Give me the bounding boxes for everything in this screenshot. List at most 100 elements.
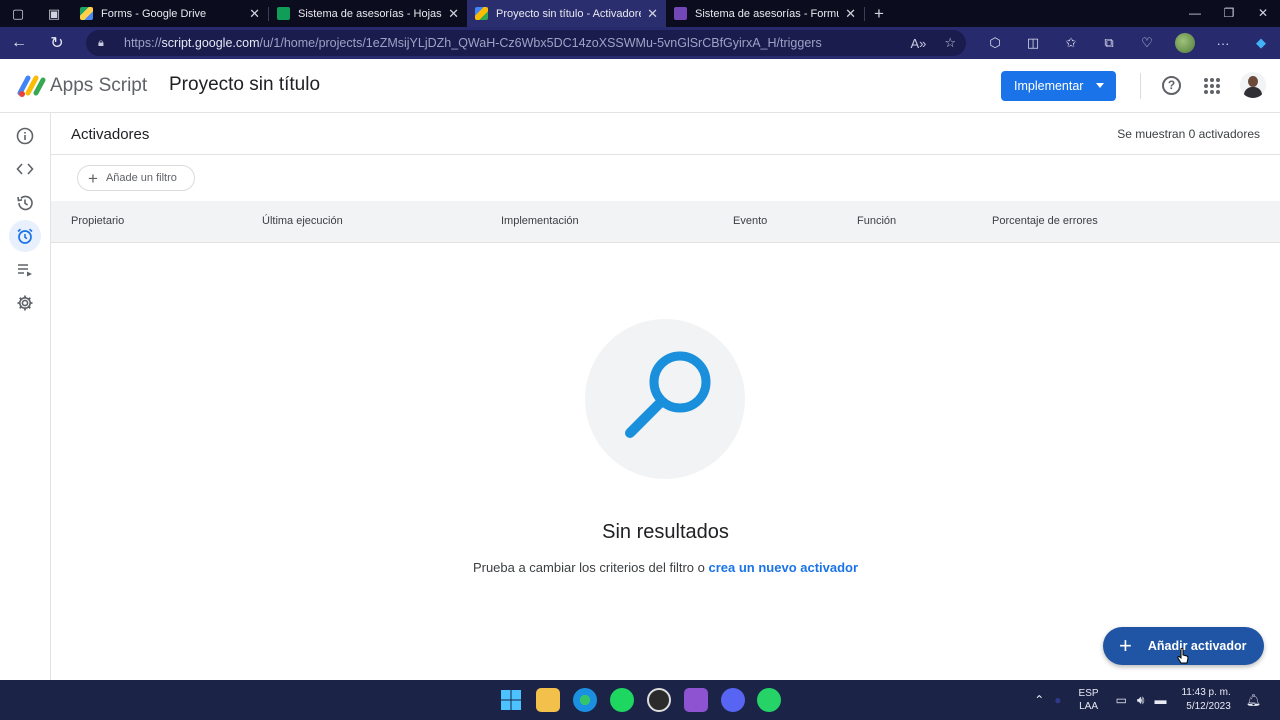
magnifier-icon: [625, 351, 711, 438]
add-filter-label: Añade un filtro: [105, 172, 177, 184]
hand-pointer-cursor-icon: [1177, 648, 1189, 664]
help-icon[interactable]: ?: [1162, 76, 1181, 95]
extensions-icon[interactable]: ⬡: [976, 35, 1014, 51]
whatsapp-icon[interactable]: [757, 688, 781, 712]
favorites-icon[interactable]: ✩: [1052, 35, 1090, 51]
system-tray: ⌃ ● ESP LAA ▭ 🔊︎ ▬ 11:43 p. m. 5/12/2023…: [1029, 680, 1266, 720]
code-icon: [16, 163, 34, 175]
browser-tab-forms[interactable]: Sistema de asesorías - Formulari ✕: [666, 0, 864, 27]
deploy-button[interactable]: Implementar: [1001, 71, 1116, 101]
browser-tab-strip: ▢ ▣ Forms - Google Drive ✕ Sistema de as…: [0, 0, 1280, 27]
tab-label: Proyecto sin título - Activadores: [496, 7, 642, 20]
back-arrow-icon[interactable]: ←: [0, 34, 38, 52]
account-avatar[interactable]: [1240, 72, 1266, 98]
read-aloud-icon[interactable]: A»: [910, 36, 926, 51]
url-scheme: https://: [124, 36, 162, 50]
rail-executions-history[interactable]: [14, 192, 36, 214]
header-divider: [1140, 73, 1141, 99]
project-title[interactable]: Proyecto sin título: [169, 74, 320, 96]
url-path: /u/1/home/projects/1eZMsijYLjDZh_QWaH-Cz…: [259, 36, 822, 50]
google-forms-icon: [674, 7, 687, 20]
address-bar[interactable]: 🔒︎ https://script.google.com/u/1/home/pr…: [86, 30, 966, 56]
spotify-icon[interactable]: [610, 688, 634, 712]
close-tab-icon[interactable]: ✕: [647, 6, 658, 22]
close-tab-icon[interactable]: ✕: [845, 6, 856, 22]
triggers-page: Activadores Se muestran 0 activadores + …: [51, 113, 1280, 680]
file-explorer-icon[interactable]: [536, 688, 560, 712]
clock-time: 11:43 p. m.: [1181, 687, 1231, 698]
column-header-event[interactable]: Evento: [733, 215, 767, 227]
browser-tab-drive[interactable]: Forms - Google Drive ✕: [72, 0, 268, 27]
browser-profile-avatar[interactable]: [1175, 33, 1195, 53]
maximize-icon[interactable]: ❐: [1212, 0, 1246, 27]
google-drive-icon: [80, 7, 93, 20]
rail-triggers[interactable]: [9, 220, 41, 252]
volume-icon[interactable]: 🔊︎: [1137, 693, 1145, 708]
new-tab-icon[interactable]: +: [865, 4, 893, 24]
plus-icon: +: [88, 168, 98, 188]
tab-label: Forms - Google Drive: [101, 7, 207, 20]
url-text: https://script.google.com/u/1/home/proje…: [124, 36, 822, 50]
page-title: Activadores: [71, 126, 150, 143]
lock-icon[interactable]: 🔒︎: [98, 37, 114, 50]
apps-script-logo[interactable]: [17, 73, 47, 99]
workspaces-icon[interactable]: ▢: [0, 0, 36, 27]
favorite-star-icon[interactable]: ☆: [944, 35, 956, 51]
close-window-icon[interactable]: ✕: [1246, 0, 1280, 27]
column-header-function[interactable]: Función: [857, 215, 896, 227]
more-menu-icon[interactable]: ···: [1204, 36, 1242, 51]
playlist-play-icon: [18, 264, 32, 277]
performance-icon[interactable]: ♡: [1128, 35, 1166, 51]
split-screen-icon[interactable]: ◫: [1014, 35, 1052, 51]
info-icon: [16, 127, 34, 145]
reload-icon[interactable]: ↻: [38, 33, 76, 53]
rail-settings[interactable]: [14, 292, 36, 314]
collections-icon[interactable]: ⧉: [1090, 35, 1128, 51]
edge-browser-icon[interactable]: [573, 688, 597, 712]
windows-start-icon[interactable]: [499, 688, 523, 712]
url-host: script.google.com: [161, 36, 260, 50]
close-tab-icon[interactable]: ✕: [249, 6, 260, 22]
column-header-error-rate[interactable]: Porcentaje de errores: [992, 215, 1098, 227]
taskbar-clock[interactable]: 11:43 p. m. 5/12/2023: [1181, 686, 1230, 714]
mic-icon[interactable]: ●: [1054, 693, 1061, 707]
discord-icon[interactable]: [721, 688, 745, 712]
video-editor-icon[interactable]: [684, 688, 708, 712]
tab-actions-icon[interactable]: ▣: [36, 0, 72, 27]
language-code: ESP: [1078, 688, 1099, 699]
browser-tab-apps-script[interactable]: Proyecto sin título - Activadores ✕: [467, 0, 666, 27]
browser-tab-sheets[interactable]: Sistema de asesorías - Hojas de c ✕: [269, 0, 467, 27]
app-brand[interactable]: Apps Script: [50, 75, 147, 97]
column-header-last-run[interactable]: Última ejecución: [262, 215, 343, 227]
create-trigger-link[interactable]: crea un nuevo activador: [709, 560, 859, 575]
network-icon[interactable]: ▭: [1116, 693, 1127, 707]
trigger-count: Se muestran 0 activadores: [1117, 127, 1260, 141]
close-tab-icon[interactable]: ✕: [448, 6, 459, 22]
battery-icon[interactable]: ▬: [1154, 693, 1166, 707]
plus-icon: +: [1119, 633, 1132, 658]
chevron-up-icon[interactable]: ⌃: [1034, 693, 1044, 707]
add-filter-button[interactable]: + Añade un filtro: [77, 165, 195, 191]
copilot-icon[interactable]: ◆: [1242, 35, 1280, 51]
column-header-owner[interactable]: Propietario: [71, 215, 124, 227]
empty-state-hint-text: Prueba a cambiar los criterios del filtr…: [472, 560, 705, 575]
history-icon: [17, 195, 33, 211]
notifications-icon[interactable]: 🔔︎: [1246, 693, 1261, 707]
rail-executions[interactable]: [14, 259, 36, 281]
google-sheets-icon: [277, 7, 290, 20]
rail-editor[interactable]: [14, 158, 36, 180]
tab-label: Sistema de asesorías - Formulari: [695, 7, 839, 20]
triggers-table-header: Propietario Última ejecución Implementac…: [51, 201, 1280, 243]
heading-divider: [51, 154, 1280, 155]
tab-label: Sistema de asesorías - Hojas de c: [298, 7, 442, 20]
keyboard-layout: LAA: [1079, 701, 1098, 712]
minimize-icon[interactable]: —: [1178, 0, 1212, 27]
obs-icon[interactable]: [647, 688, 671, 712]
google-apps-icon[interactable]: [1204, 78, 1220, 94]
deploy-button-label: Implementar: [1014, 79, 1084, 93]
column-header-deployment[interactable]: Implementación: [501, 215, 579, 227]
rail-overview[interactable]: [14, 125, 36, 147]
left-nav-rail: [0, 113, 51, 680]
input-language[interactable]: ESP LAA: [1079, 687, 1099, 713]
address-bar-actions: A» ☆: [910, 30, 956, 56]
